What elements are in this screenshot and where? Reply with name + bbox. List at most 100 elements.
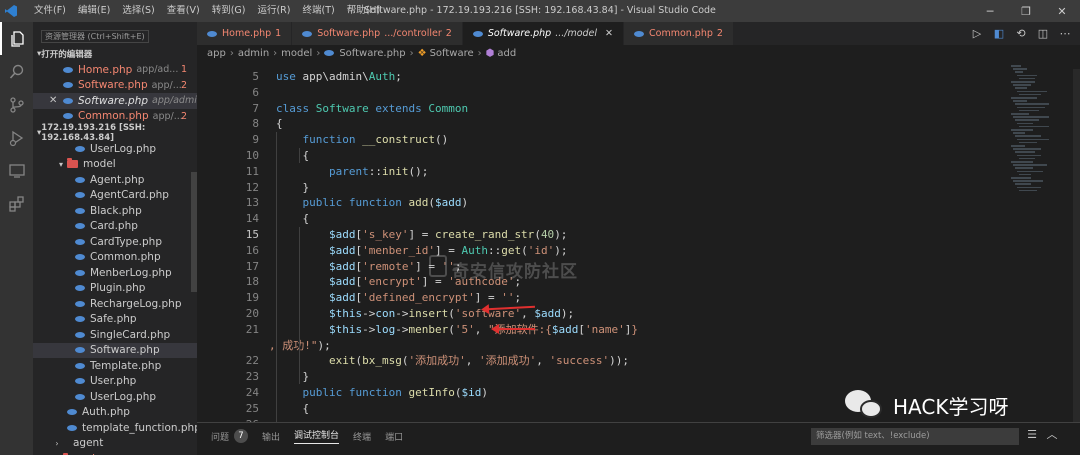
folder-icon xyxy=(67,158,78,169)
tree-folder-model[interactable]: ▾ model xyxy=(33,157,197,173)
remote-explorer-icon[interactable] xyxy=(0,154,33,187)
restore-icon[interactable]: ❐ xyxy=(1008,0,1044,22)
code-line: 20 $this->con->insert('software', $add); xyxy=(245,306,575,320)
minimap-line xyxy=(1015,135,1041,137)
code-line: 18 $add['encrypt'] = 'authcode'; xyxy=(245,275,522,289)
php-file-icon xyxy=(472,30,483,37)
compare-icon[interactable]: ⟲ xyxy=(1014,27,1028,40)
tree-file[interactable]: RechargeLog.php xyxy=(33,296,197,312)
code-line: 23 } xyxy=(245,370,310,384)
minimap-line xyxy=(1011,113,1029,115)
open-editor-home[interactable]: Home.php app/ad... 1 xyxy=(33,62,197,78)
open-editor-software-model[interactable]: ✕ Software.php app/admin/... xyxy=(33,93,197,109)
tree-file[interactable]: Black.php xyxy=(33,203,197,219)
tree-file[interactable]: SingleCard.php xyxy=(33,327,197,343)
tree-file[interactable]: Safe.php xyxy=(33,312,197,328)
editor-scrollbar[interactable] xyxy=(1073,69,1080,444)
search-icon[interactable] xyxy=(0,55,33,88)
close-icon[interactable]: ✕ xyxy=(605,28,613,39)
menu-terminal[interactable]: 终端(T) xyxy=(296,0,340,22)
menu-go[interactable]: 转到(G) xyxy=(206,0,252,22)
tab-common[interactable]: Common.php 2 xyxy=(624,22,734,45)
php-file-icon xyxy=(324,50,335,56)
open-editor-software-controller[interactable]: Software.php app/... 2 xyxy=(33,78,197,94)
tree-file[interactable]: Common.php xyxy=(33,250,197,266)
php-file-icon xyxy=(302,30,313,37)
close-window-icon[interactable]: ✕ xyxy=(1044,0,1080,22)
code-line: 7 class Software extends Common xyxy=(252,101,469,115)
menu-help[interactable]: 帮助(H) xyxy=(341,0,387,22)
tree-file[interactable]: AgentCard.php xyxy=(33,188,197,204)
title-bar: 文件(F) 编辑(E) 选择(S) 查看(V) 转到(G) 运行(R) 终端(T… xyxy=(0,0,1080,22)
open-editors-header[interactable]: ▾ 打开的编辑器 xyxy=(33,46,197,62)
tab-software-controller[interactable]: Software.php .../controller 2 xyxy=(292,22,463,45)
php-file-icon xyxy=(75,176,85,183)
menu-edit[interactable]: 编辑(E) xyxy=(72,0,116,22)
php-file-icon xyxy=(67,424,77,431)
explorer-icon[interactable] xyxy=(0,22,33,55)
remote-icon[interactable]: ◧ xyxy=(992,27,1006,40)
extensions-icon[interactable] xyxy=(0,187,33,220)
run-icon[interactable]: ▷ xyxy=(970,27,984,40)
tree-file[interactable]: MenberLog.php xyxy=(33,265,197,281)
tree-folder-api[interactable]: ▾ api xyxy=(33,451,197,455)
indent-guide xyxy=(299,148,300,163)
php-file-icon xyxy=(207,30,217,37)
tree-file[interactable]: Plugin.php xyxy=(33,281,197,297)
code-line: 16 $add['menber_id'] = Auth::get('id'); xyxy=(245,243,568,257)
tab-software-model[interactable]: Software.php .../model ✕ xyxy=(462,22,624,45)
minimap-line xyxy=(1019,173,1031,176)
tree-file[interactable]: UserLog.php xyxy=(33,141,197,157)
close-icon[interactable]: ✕ xyxy=(49,95,57,106)
code-line: 10 { xyxy=(245,148,310,162)
chevron-right-icon: › xyxy=(229,47,234,59)
code-line: 21 $this->log->menber('5', "添加软件:{$add['… xyxy=(245,322,638,336)
tab-home[interactable]: Home.php 1 xyxy=(197,22,293,45)
minimap[interactable] xyxy=(1007,61,1067,211)
breadcrumb-item[interactable]: add xyxy=(497,48,516,59)
tab-debug-console[interactable]: 调试控制台 xyxy=(294,428,340,444)
workspace-header[interactable]: ▾ 172.19.193.216 [SSH: 192.168.43.84] xyxy=(33,123,197,143)
breadcrumb-item[interactable]: Software.php xyxy=(339,48,405,59)
tree-file[interactable]: Auth.php xyxy=(33,405,197,421)
breadcrumb-item[interactable]: model xyxy=(281,48,312,59)
menu-run[interactable]: 运行(R) xyxy=(251,0,296,22)
open-editor-common[interactable]: Common.php app/... 2 xyxy=(33,109,197,125)
breadcrumb-item[interactable]: Software xyxy=(430,48,474,59)
breadcrumb-item[interactable]: app xyxy=(207,48,226,59)
tree-file[interactable]: Software.php xyxy=(33,342,197,358)
tab-output[interactable]: 输出 xyxy=(262,430,280,443)
breadcrumb-item[interactable]: admin xyxy=(238,48,269,59)
class-symbol-icon: ❖ xyxy=(417,47,427,59)
tree-folder-agent[interactable]: › agent xyxy=(33,436,197,452)
filter-input[interactable]: 筛选器(例如 text、!exclude) xyxy=(811,428,1019,445)
tab-problems[interactable]: 问题 7 xyxy=(211,429,249,443)
maximize-panel-icon[interactable]: ︿ xyxy=(1045,428,1059,442)
tree-file[interactable]: UserLog.php xyxy=(33,389,197,405)
tree-file[interactable]: User.php xyxy=(33,374,197,390)
tree-file[interactable]: template_function.php xyxy=(33,420,197,436)
split-editor-icon[interactable]: ◫ xyxy=(1036,27,1050,40)
tab-terminal[interactable]: 终端 xyxy=(353,430,371,443)
source-control-icon[interactable] xyxy=(0,88,33,121)
menu-selection[interactable]: 选择(S) xyxy=(116,0,160,22)
minimize-icon[interactable]: ─ xyxy=(972,0,1008,22)
annotation-arrow xyxy=(491,324,535,334)
tree-file[interactable]: Card.php xyxy=(33,219,197,235)
wechat-icon xyxy=(845,388,885,422)
tree-file[interactable]: Agent.php xyxy=(33,172,197,188)
code-line-wrapped: , 成功!"); xyxy=(269,338,331,352)
panel-actions: ☰ ︿ xyxy=(1025,428,1059,442)
tab-ports[interactable]: 端口 xyxy=(385,430,403,443)
problems-count-badge: 7 xyxy=(234,429,249,443)
menu-file[interactable]: 文件(F) xyxy=(28,0,72,22)
watermark: 奇安信攻防社区 xyxy=(452,262,578,282)
tree-file[interactable]: Template.php xyxy=(33,358,197,374)
code-line: 14 { xyxy=(245,212,310,226)
run-debug-icon[interactable] xyxy=(0,121,33,154)
more-actions-icon[interactable]: ⋯ xyxy=(1058,27,1072,40)
minimap-line xyxy=(1013,84,1031,86)
clear-console-icon[interactable]: ☰ xyxy=(1025,428,1039,442)
menu-view[interactable]: 查看(V) xyxy=(161,0,206,22)
tree-file[interactable]: CardType.php xyxy=(33,234,197,250)
